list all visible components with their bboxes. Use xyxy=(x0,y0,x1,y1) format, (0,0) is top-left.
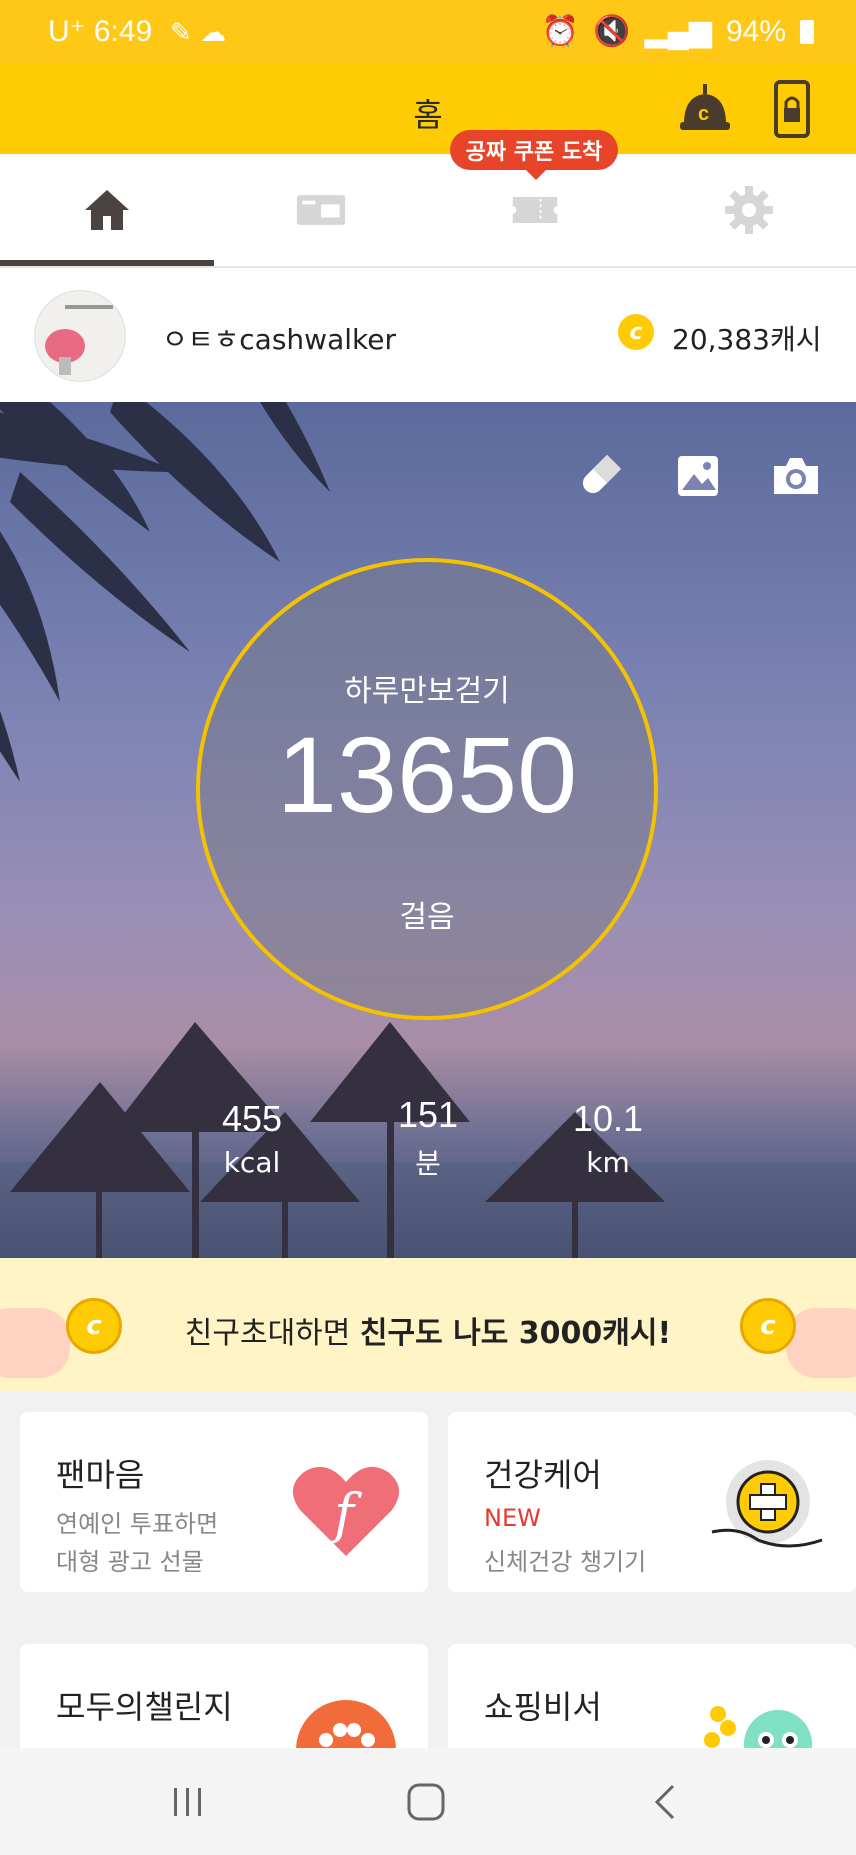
lock-screen-icon[interactable] xyxy=(774,80,810,138)
minutes-value: 151 xyxy=(397,1094,459,1135)
card-title: 모두의챌린지 xyxy=(56,1688,233,1726)
shopping-mascot-icon xyxy=(704,1706,812,1748)
username: ㅇㅌㅎcashwalker xyxy=(162,323,396,356)
tab-home[interactable] xyxy=(0,154,214,266)
tab-bar xyxy=(0,154,856,268)
active-tab-indicator xyxy=(0,260,214,266)
distance-value: 10.1 xyxy=(572,1098,644,1139)
tab-store[interactable] xyxy=(214,154,428,266)
hand-right-graphic xyxy=(786,1308,856,1378)
tab-settings[interactable] xyxy=(642,154,856,266)
gear-icon xyxy=(725,186,773,234)
card-subtitle: 신체건강 챙기기 xyxy=(484,1548,647,1576)
signal-icon: ▂▄▆ xyxy=(644,15,712,48)
app-bar: 홈 c xyxy=(0,64,856,154)
battery-icon xyxy=(800,19,814,44)
status-time: U⁺ 6:49 xyxy=(48,15,153,48)
recent-apps-icon xyxy=(174,1788,201,1816)
mute-icon: 🔇 xyxy=(593,15,631,48)
card-healthcare[interactable]: 건강케어 NEW 신체건강 챙기기 xyxy=(448,1412,856,1592)
step-goal-title: 하루만보걷기 xyxy=(344,674,510,709)
health-plus-icon xyxy=(711,1460,823,1548)
card-fanmaum[interactable]: 팬마음 연예인 투표하면 대형 광고 선물 f xyxy=(20,1412,428,1592)
coin-icon: c xyxy=(618,314,654,350)
distance-unit: km xyxy=(586,1146,630,1179)
new-badge: NEW xyxy=(484,1504,541,1532)
card-title: 쇼핑비서 xyxy=(484,1688,602,1726)
cash-balance[interactable]: 20,383캐시 xyxy=(672,318,822,358)
calorie-stat: 455 kcal xyxy=(172,1098,332,1179)
card-title: 건강케어 xyxy=(484,1456,602,1494)
cash-robot-icon[interactable]: c xyxy=(676,80,734,138)
invite-banner-text: 친구초대하면 친구도 나도 3000캐시! xyxy=(184,1316,672,1351)
home-icon xyxy=(85,190,129,230)
recent-apps-button[interactable] xyxy=(158,1774,218,1830)
card-subtitle: 대형 광고 선물 xyxy=(56,1548,204,1576)
calorie-value: 455 xyxy=(221,1098,283,1139)
paw-icon xyxy=(296,1700,396,1748)
calorie-unit: kcal xyxy=(223,1146,281,1179)
back-button[interactable] xyxy=(636,1774,696,1830)
card-title: 팬마음 xyxy=(56,1456,145,1494)
ticket-icon xyxy=(512,197,558,223)
step-counter-circle[interactable]: 하루만보걷기 13650 걸음 xyxy=(196,558,658,1020)
card-challenge[interactable]: 모두의챌린지 xyxy=(20,1644,428,1748)
gift-card-icon xyxy=(296,195,346,225)
battery-level: 94% xyxy=(725,14,786,48)
camera-icon[interactable] xyxy=(770,450,822,502)
step-hero: 하루만보걷기 13650 걸음 455 kcal 151 분 10.1 km xyxy=(0,402,856,1258)
minutes-stat: 151 분 xyxy=(348,1094,508,1182)
status-bar: U⁺ 6:49 ✎ ☁ ⏰ 🔇 ▂▄▆ 94% xyxy=(0,0,856,64)
profile-row: ㅇㅌㅎcashwalker c 20,383캐시 xyxy=(0,268,856,402)
system-nav-bar xyxy=(0,1748,856,1855)
svg-text:c: c xyxy=(698,103,709,125)
pill-icon[interactable] xyxy=(574,450,626,502)
status-right: ⏰ 🔇 ▂▄▆ 94% xyxy=(542,14,814,49)
card-subtitle: 연예인 투표하면 xyxy=(56,1510,219,1538)
step-count: 13650 xyxy=(276,714,578,835)
coupon-badge[interactable]: 공짜 쿠폰 도착 xyxy=(450,130,618,180)
distance-stat: 10.1 km xyxy=(528,1098,688,1179)
minutes-unit: 분 xyxy=(415,1147,441,1180)
alarm-icon: ⏰ xyxy=(541,15,580,48)
card-shopping[interactable]: 쇼핑비서 xyxy=(448,1644,856,1748)
home-button[interactable] xyxy=(396,1774,456,1830)
avatar[interactable] xyxy=(34,290,126,382)
step-unit: 걸음 xyxy=(399,900,455,935)
home-circle-icon xyxy=(407,1783,445,1821)
gallery-icon[interactable] xyxy=(672,450,724,502)
heart-logo-icon: f xyxy=(292,1466,400,1556)
coin-icon: c xyxy=(740,1298,796,1354)
invite-banner[interactable]: c 친구초대하면 친구도 나도 3000캐시! c xyxy=(0,1258,856,1392)
back-icon xyxy=(654,1784,675,1820)
feature-cards: 팬마음 연예인 투표하면 대형 광고 선물 f 건강케어 NEW 신체건강 챙기… xyxy=(0,1392,856,1748)
notification-icons: ✎ ☁ xyxy=(170,18,227,48)
